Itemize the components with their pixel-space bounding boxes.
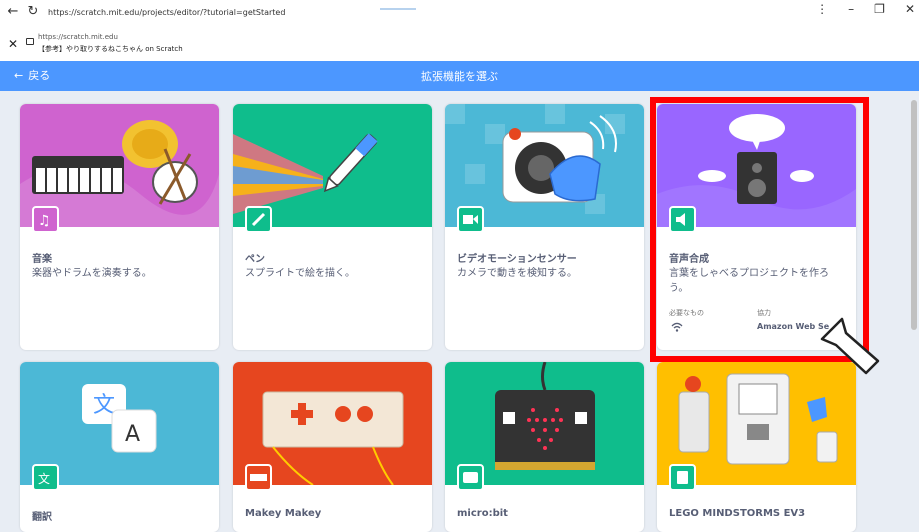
scrollbar[interactable] bbox=[911, 100, 917, 330]
extension-card-makey-makey[interactable]: Makey Makey bbox=[233, 362, 432, 532]
svg-text:♫: ♫ bbox=[38, 213, 51, 229]
translate-icon: 文 bbox=[32, 464, 59, 491]
extension-header: ← 戻る 拡張機能を選ぶ bbox=[0, 61, 919, 91]
svg-text:A: A bbox=[125, 422, 140, 447]
restore-icon[interactable]: ❐ bbox=[874, 2, 885, 16]
extension-description: 楽器やドラムを演奏する。 bbox=[32, 268, 152, 279]
extension-name: ビデオモーションセンサー bbox=[457, 254, 577, 265]
extension-card-lego-ev3[interactable]: LEGO MINDSTORMS EV3 bbox=[657, 362, 856, 532]
extension-card-pen[interactable]: ペン スプライトで絵を描く。 bbox=[233, 104, 432, 350]
makey-makey-icon bbox=[245, 464, 272, 491]
extension-card-video-sensing[interactable]: ビデオモーションセンサー カメラで動きを検知する。 bbox=[445, 104, 644, 350]
browser-chrome: ← ↻ https://scratch.mit.edu/projects/edi… bbox=[0, 0, 919, 61]
extension-card-translate[interactable]: 文 A 文 翻訳 bbox=[20, 362, 219, 532]
microbit-icon bbox=[457, 464, 484, 491]
lego-brick-icon bbox=[669, 464, 696, 491]
site-info-row: ✕ https://scratch.mit.edu 【参考】やり取りするねこちゃ… bbox=[0, 30, 919, 58]
menu-icon[interactable]: ⋮ bbox=[816, 2, 828, 16]
reload-icon[interactable]: ↻ bbox=[26, 5, 40, 19]
window-controls: ⋮ – ❐ ✕ bbox=[816, 2, 915, 16]
extension-card-microbit[interactable]: micro:bit bbox=[445, 362, 644, 532]
extension-card-music[interactable]: ♫ 音楽 楽器やドラムを演奏する。 bbox=[20, 104, 219, 350]
address-bar[interactable]: https://scratch.mit.edu/projects/editor/… bbox=[48, 8, 285, 17]
close-icon[interactable]: ✕ bbox=[8, 37, 18, 51]
music-notes-icon: ♫ bbox=[32, 206, 59, 233]
svg-text:文: 文 bbox=[93, 393, 115, 418]
extension-description: カメラで動きを検知する。 bbox=[457, 268, 577, 279]
minimize-icon[interactable]: – bbox=[848, 2, 854, 16]
window-close-icon[interactable]: ✕ bbox=[905, 2, 915, 16]
site-url: https://scratch.mit.edu bbox=[38, 33, 118, 41]
pointer-arrow-icon bbox=[820, 317, 880, 375]
extension-name: Makey Makey bbox=[245, 508, 322, 519]
video-camera-icon bbox=[457, 206, 484, 233]
site-title: 【参考】やり取りするねこちゃん on Scratch bbox=[38, 45, 183, 53]
page-title: 拡張機能を選ぶ bbox=[421, 70, 498, 83]
extension-description: スプライトで絵を描く。 bbox=[245, 268, 355, 279]
extension-name: 音楽 bbox=[32, 254, 52, 265]
back-arrow-icon[interactable]: ← bbox=[6, 5, 20, 19]
extension-name: ペン bbox=[245, 254, 265, 265]
browser-toolbar: ← ↻ https://scratch.mit.edu/projects/edi… bbox=[0, 0, 919, 24]
svg-text:文: 文 bbox=[38, 471, 50, 486]
extension-name: LEGO MINDSTORMS EV3 bbox=[669, 508, 806, 519]
lock-icon bbox=[26, 38, 34, 45]
extension-name: micro:bit bbox=[457, 508, 508, 519]
extension-name: 翻訳 bbox=[32, 512, 52, 523]
pen-icon bbox=[245, 206, 272, 233]
